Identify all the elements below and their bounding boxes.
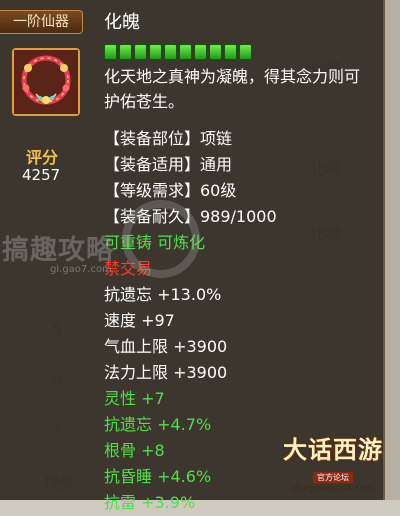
equip-suit: 【装备适用】通用 — [104, 155, 233, 174]
stat-line: 根骨 +8 — [104, 441, 165, 460]
stat-line: 法力上限 +3900 — [104, 363, 228, 382]
stat-line: 灵性 +7 — [104, 389, 165, 408]
item-tooltip: 一阶仙器 化魄 评分 4257 化天地之真神为凝魄，得其念力则可护佑苍生。 【装… — [0, 0, 385, 512]
stat-line: 抗昏睡 +4.6% — [104, 467, 212, 486]
logo-url: dhxy.netease.com — [292, 484, 374, 494]
watermark-text: 搞趣攻略 — [2, 235, 114, 266]
quality-pip — [119, 44, 132, 60]
item-name: 化魄 — [104, 12, 140, 33]
stat-line: 抗雷 +3.9% — [104, 493, 196, 512]
quality-pip — [194, 44, 207, 60]
score-value: 4257 — [22, 166, 61, 184]
item-icon-frame[interactable] — [12, 48, 80, 116]
score-label: 评分 — [26, 148, 59, 167]
quality-pip — [164, 44, 177, 60]
necklace-icon — [14, 50, 78, 114]
stat-line: 抗遗忘 +13.0% — [104, 285, 222, 304]
tier-tab: 一阶仙器 — [0, 10, 83, 34]
logo-title: 大话西游 — [283, 436, 383, 464]
watermark-url: gl.gao7.com — [50, 264, 112, 275]
stat-list: 抗遗忘 +13.0% 速度 +97 气血上限 +3900 法力上限 +3900 灵性 +… — [104, 282, 277, 516]
quality-pips — [104, 44, 252, 60]
attribute-list: 【装备部位】项链 【装备适用】通用 【等级需求】60级 【装备耐久】989/10… — [104, 126, 277, 516]
quality-pip — [149, 44, 162, 60]
stat-line: 速度 +97 — [104, 311, 175, 330]
game-logo: 大话西游 官方论坛 dhxy.netease.com — [268, 430, 398, 494]
quality-pip — [239, 44, 252, 60]
equip-slot: 【装备部位】项链 — [104, 129, 233, 148]
quality-pip — [224, 44, 237, 60]
logo-subtitle: 官方论坛 — [313, 472, 353, 483]
equip-level: 【等级需求】60级 — [104, 181, 237, 200]
watermark-logo — [122, 200, 200, 278]
quality-pip — [104, 44, 117, 60]
item-description: 化天地之真神为凝魄，得其念力则可护佑苍生。 — [104, 67, 361, 111]
stat-line: 气血上限 +3900 — [104, 337, 228, 356]
quality-pip — [134, 44, 147, 60]
quality-pip — [179, 44, 192, 60]
quality-pip — [209, 44, 222, 60]
stat-line: 抗遗忘 +4.7% — [104, 415, 212, 434]
